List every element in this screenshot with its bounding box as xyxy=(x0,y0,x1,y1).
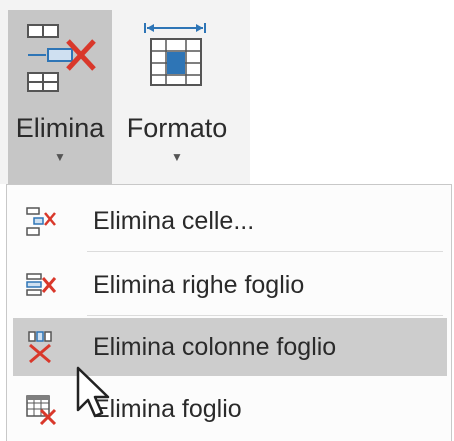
menu-item-delete-cells[interactable]: Elimina celle... xyxy=(13,195,447,247)
format-button-label: Formato xyxy=(126,113,228,143)
menu-item-delete-rows[interactable]: Elimina righe foglio xyxy=(13,259,447,311)
menu-item-label: Elimina foglio xyxy=(93,394,242,423)
menu-item-label: Elimina celle... xyxy=(93,206,255,235)
delete-columns-icon xyxy=(17,327,65,367)
delete-cells-icon xyxy=(17,201,65,241)
chevron-down-icon: ▼ xyxy=(171,150,183,164)
delete-dropdown-button[interactable]: Elimina ▼ xyxy=(8,10,112,184)
format-dropdown-button[interactable]: Formato ▼ xyxy=(112,10,242,184)
menu-separator xyxy=(87,251,443,252)
mouse-pointer-icon xyxy=(76,366,110,418)
delete-cells-icon xyxy=(15,10,105,104)
delete-dropdown-menu: Elimina celle... Elimina righe foglio El… xyxy=(6,184,452,441)
menu-item-label: Elimina colonne foglio xyxy=(93,332,337,361)
ribbon-group: Elimina ▼ Formato ▼ xyxy=(0,0,250,184)
menu-item-label: Elimina righe foglio xyxy=(93,270,305,299)
format-column-width-icon xyxy=(132,10,222,104)
chevron-down-icon: ▼ xyxy=(54,150,66,164)
delete-rows-icon xyxy=(17,265,65,305)
delete-button-label: Elimina xyxy=(15,113,105,143)
delete-sheet-icon xyxy=(17,389,65,429)
menu-separator xyxy=(87,315,443,316)
